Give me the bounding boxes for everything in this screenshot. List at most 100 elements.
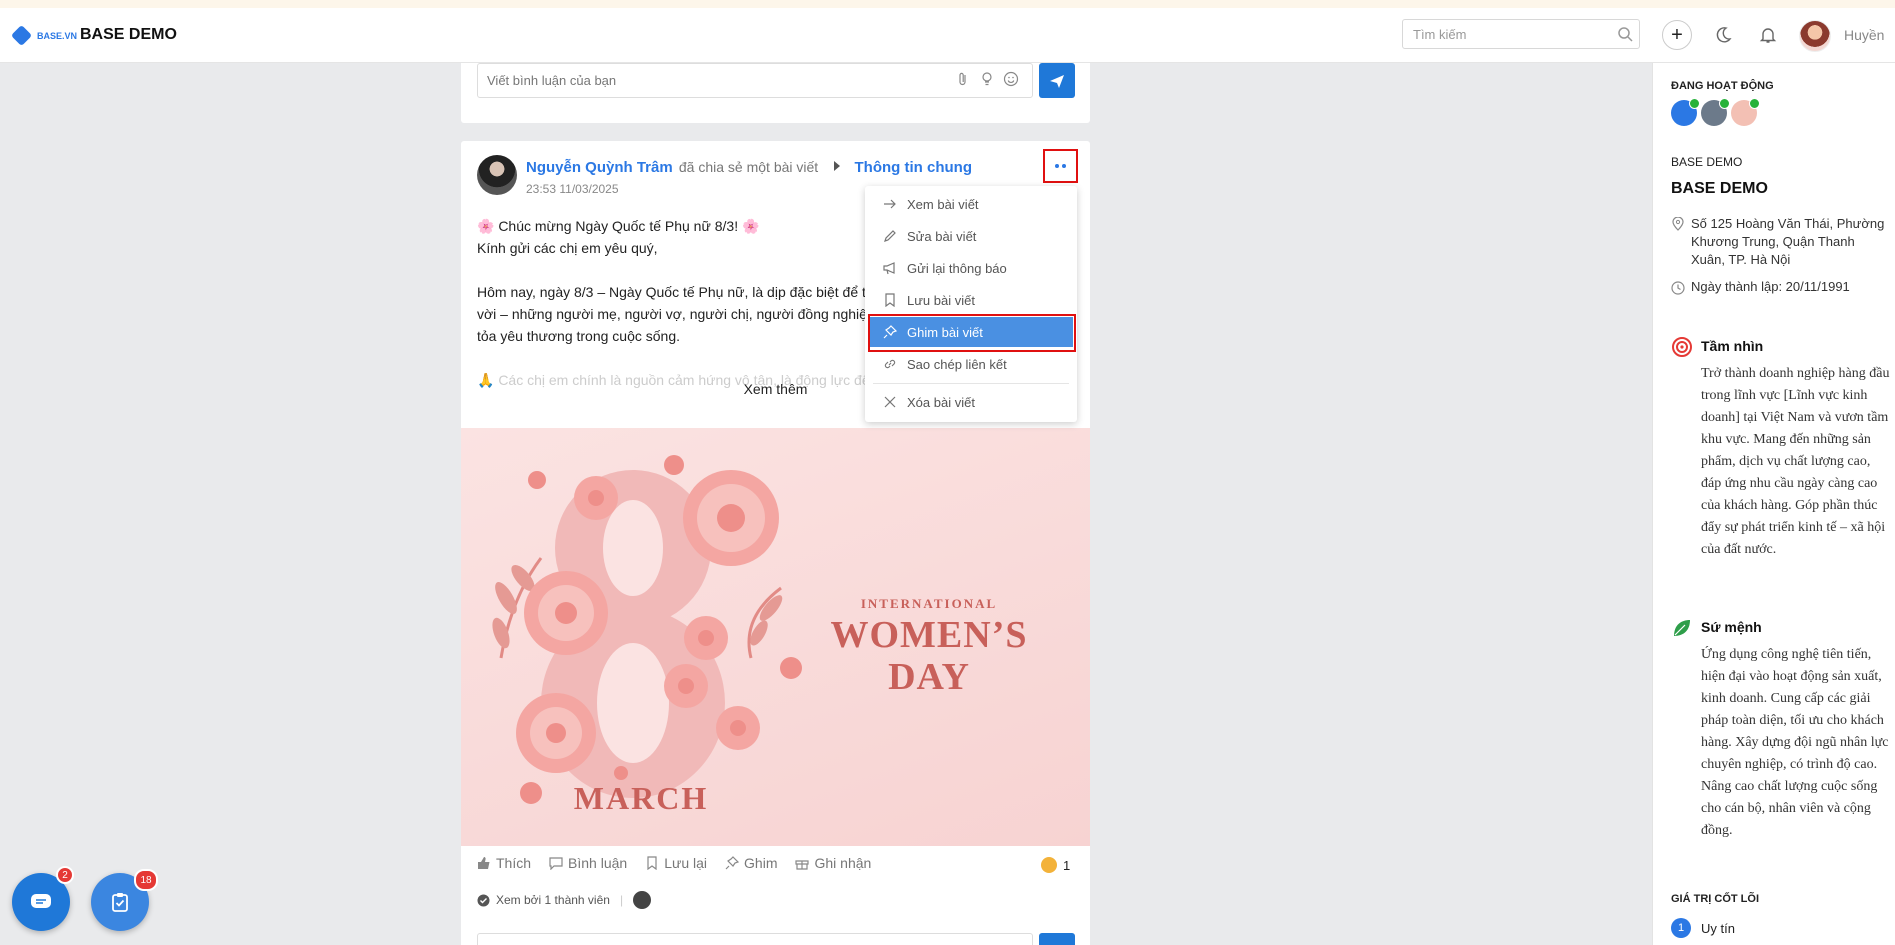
leaf-icon [1674,620,1690,636]
seen-text: Xem bởi 1 thành viên [496,893,610,907]
link-icon [884,359,896,369]
avatar[interactable] [1799,20,1831,52]
pin-label: Ghim [744,855,778,871]
lightbulb-icon[interactable] [979,71,995,87]
dark-mode-button[interactable] [1708,20,1738,50]
address-text: Số 125 Hoàng Văn Thái, Phường Khương Tru… [1691,216,1885,267]
top-accent-strip [0,0,1895,8]
gift-icon [795,860,810,870]
search-input[interactable] [1402,19,1640,49]
comment-composer-card [461,63,1090,123]
more-dot [1062,164,1066,168]
author-name[interactable]: Nguyễn Quỳnh Trâm [526,159,673,176]
post-image[interactable]: INTERNATIONAL WOMEN’S DAY MARCH [461,428,1090,846]
menu-item-label: Gửi lại thông báo [907,260,1007,276]
vision-title: Tầm nhìn [1671,337,1764,357]
post-options-menu: Xem bài viết Sửa bài viết Gửi lại thông … [865,186,1077,422]
menu-item-view-post[interactable]: Xem bài viết [869,189,1073,219]
clock-icon [1671,281,1685,295]
value-number-badge: 1 [1671,918,1691,938]
top-navigation-bar: BASE.VN BASE DEMO + Huyền [0,8,1895,63]
menu-divider [873,383,1069,384]
logo[interactable]: BASE.VN [10,24,78,47]
online-members [1671,98,1760,126]
notifications-button[interactable] [1753,20,1783,50]
recognize-label: Ghi nhận [814,855,872,871]
online-label: ĐANG HOẠT ĐỘNG [1671,80,1774,92]
menu-item-label: Lưu bài viết [907,292,975,308]
target-icon [1672,337,1692,357]
post-more-button[interactable] [1043,149,1078,183]
online-avatar[interactable] [1701,98,1730,126]
chat-icon [31,894,51,908]
search-icon[interactable] [1617,26,1633,42]
menu-item-label: Sửa bài viết [907,228,977,244]
reaction-summary[interactable]: 1 [1041,857,1070,873]
send-comment-button[interactable] [1039,63,1075,98]
arrow-right-icon [884,199,896,209]
comment-input[interactable] [477,63,1033,98]
recognize-button[interactable]: Ghi nhận [795,855,871,871]
comment-button[interactable]: Bình luận [549,855,627,871]
menu-item-label: Xóa bài viết [907,394,975,410]
close-icon [884,396,896,408]
reaction-emoji-icon [1041,857,1057,873]
save-button[interactable]: Lưu lại [645,855,707,871]
company-address: Số 125 Hoàng Văn Thái, Phường Khương Tru… [1671,215,1891,269]
online-avatar[interactable] [1671,98,1700,126]
bell-icon [1759,28,1777,43]
pencil-icon [884,230,896,242]
user-name[interactable]: Huyền [1844,27,1884,43]
banner-march: MARCH [573,780,709,816]
menu-item-edit-post[interactable]: Sửa bài viết [869,221,1073,251]
mission-title-text: Sứ mệnh [1701,619,1762,635]
comment-tools [955,71,1019,87]
caret-right-icon [834,161,841,171]
pin-button[interactable]: Ghim [725,855,777,871]
like-label: Thích [496,855,532,871]
save-label: Lưu lại [664,855,708,871]
comment-input-bottom[interactable] [477,933,1033,945]
online-avatar[interactable] [1731,98,1760,126]
menu-item-save-post[interactable]: Lưu bài viết [869,285,1073,315]
emoji-icon[interactable] [1003,71,1019,87]
reaction-count: 1 [1063,857,1071,873]
menu-item-copy-link[interactable]: Sao chép liên kết [869,349,1073,379]
like-button[interactable]: Thích [477,855,531,871]
bookmark-icon [885,293,895,307]
logo-text: BASE.VN [37,30,78,41]
menu-item-delete-post[interactable]: Xóa bài viết [869,387,1073,417]
check-circle-icon [477,894,490,906]
value-label: Uy tín [1701,920,1735,936]
chat-badge: 2 [56,866,74,884]
menu-item-label: Sao chép liên kết [907,356,1007,372]
seen-by[interactable]: Xem bởi 1 thành viên | [477,891,652,909]
author-avatar[interactable] [477,155,517,195]
core-value-item: 1 Uy tín [1671,918,1735,938]
vision-text: Trở thành doanh nghiệp hàng đầu trong lĩ… [1701,366,1890,557]
clipboard-check-icon [112,893,128,912]
menu-item-resend-notification[interactable]: Gửi lại thông báo [869,253,1073,283]
location-icon [1672,217,1684,231]
more-dots-icon [1055,164,1059,168]
post-time: 23:53 11/03/2025 [526,182,619,196]
menu-item-label: Xem bài viết [907,196,979,212]
seen-avatar[interactable] [633,891,652,909]
send-comment-button-bottom[interactable] [1039,933,1075,945]
task-badge: 18 [134,869,158,891]
create-button[interactable]: + [1662,20,1692,50]
post-actions: Thích Bình luận Lưu lại Ghim Ghi nhận [477,855,871,871]
company-label: BASE DEMO [1671,155,1743,169]
attachment-icon[interactable] [955,71,971,87]
group-name[interactable]: Thông tin chung [855,159,972,176]
megaphone-icon [883,262,895,275]
send-icon [1050,74,1064,88]
vision-title-text: Tầm nhìn [1701,338,1764,354]
pin-icon [725,856,740,870]
app-title: BASE DEMO [80,26,177,43]
company-name: BASE DEMO [1671,180,1768,197]
comment-icon [549,857,563,870]
bookmark-icon [647,856,657,870]
core-values-label: GIÁ TRỊ CỐT LÕI [1671,893,1759,905]
mission-title: Sứ mệnh [1671,619,1762,636]
